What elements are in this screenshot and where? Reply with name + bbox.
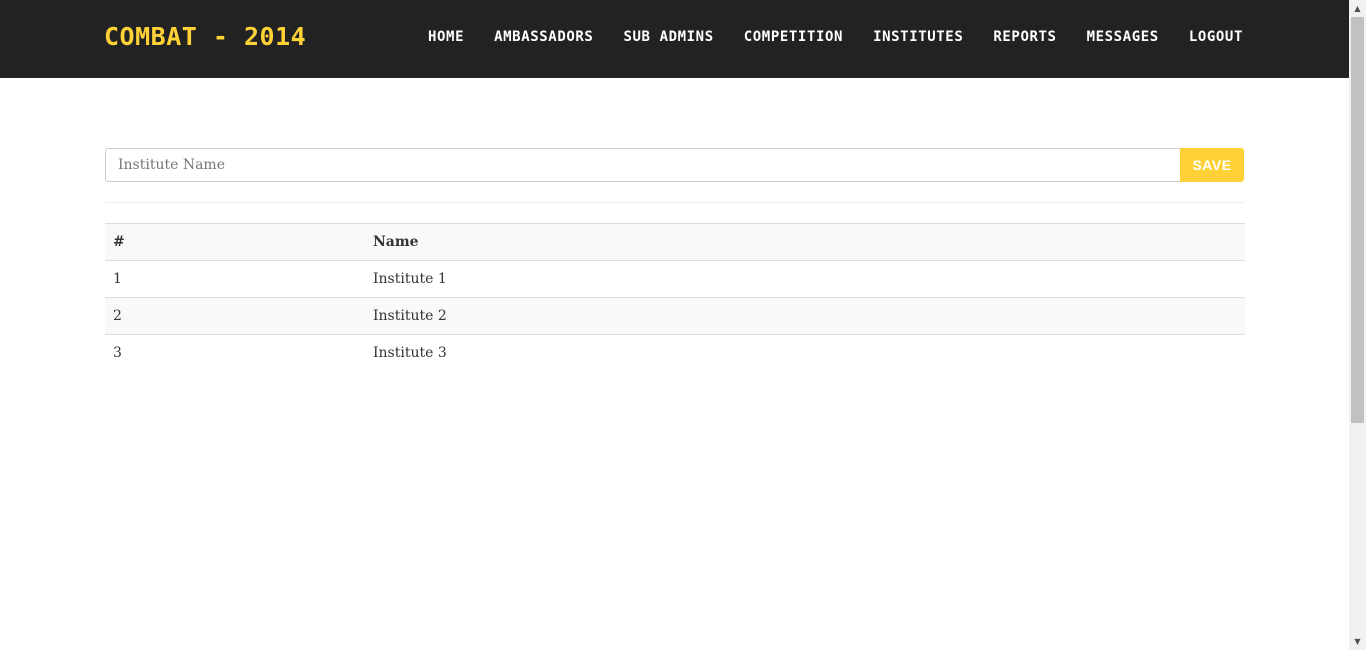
cell-name: Institute 1 (373, 271, 447, 287)
cell-number: 2 (105, 297, 365, 335)
scroll-down-arrow-icon[interactable]: ▼ (1349, 633, 1366, 650)
institute-name-input[interactable] (105, 148, 1180, 182)
brand-logo[interactable]: COMBAT - 2014 (104, 22, 306, 52)
institutes-table: # Name 1 Institute 1 2 Institute 2 3 Ins… (105, 223, 1245, 372)
scroll-up-arrow-icon[interactable]: ▲ (1349, 0, 1366, 17)
add-institute-form: SAVE (105, 148, 1244, 182)
table-row: 1 Institute 1 (105, 261, 1245, 298)
nav-messages[interactable]: MESSAGES (1087, 27, 1159, 47)
cell-name: Institute 2 (365, 297, 1245, 335)
table-header-row: # Name (105, 223, 1245, 261)
nav-institutes[interactable]: INSTITUTES (873, 27, 963, 47)
save-button[interactable]: SAVE (1180, 148, 1244, 182)
top-navbar: COMBAT - 2014 HOME AMBASSADORS SUB ADMIN… (0, 0, 1349, 78)
table-row: 2 Institute 2 (105, 297, 1245, 335)
main-nav: HOME AMBASSADORS SUB ADMINS COMPETITION … (398, 27, 1243, 47)
nav-home[interactable]: HOME (428, 27, 464, 47)
table-row: 3 Institute 3 (105, 334, 1245, 372)
cell-number: 3 (105, 334, 365, 372)
vertical-scrollbar[interactable]: ▲ ▼ (1349, 0, 1366, 650)
scrollbar-thumb[interactable] (1351, 17, 1364, 423)
nav-logout[interactable]: LOGOUT (1189, 27, 1243, 47)
column-header-number: # (105, 223, 365, 261)
cell-name: Institute 3 (365, 334, 1245, 372)
nav-competition[interactable]: COMPETITION (744, 27, 843, 47)
nav-sub-admins[interactable]: SUB ADMINS (623, 27, 713, 47)
cell-number: 1 (113, 271, 122, 287)
section-divider (105, 202, 1244, 203)
column-header-name: Name (365, 223, 1245, 261)
nav-ambassadors[interactable]: AMBASSADORS (494, 27, 593, 47)
nav-reports[interactable]: REPORTS (993, 27, 1056, 47)
